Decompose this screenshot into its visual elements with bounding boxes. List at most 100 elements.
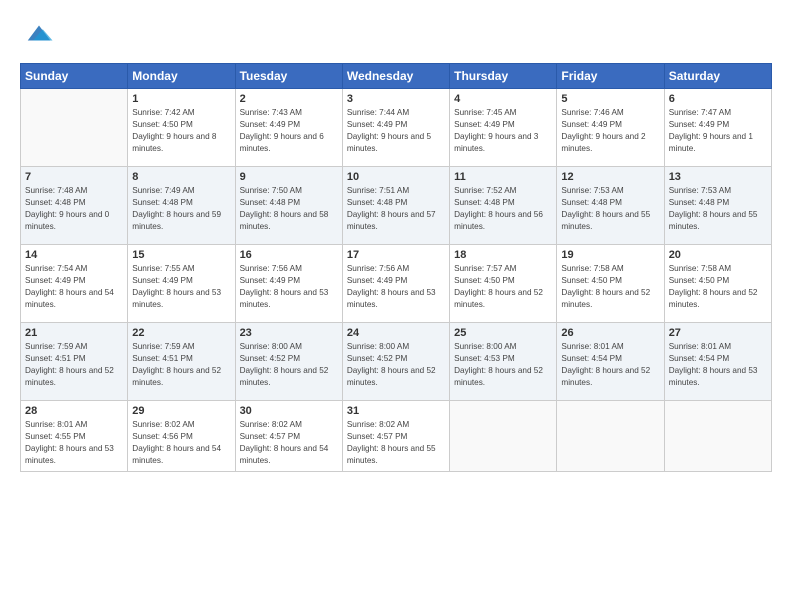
calendar-cell: 16 Sunrise: 7:56 AMSunset: 4:49 PMDaylig… bbox=[235, 245, 342, 323]
day-info: Sunrise: 7:59 AMSunset: 4:51 PMDaylight:… bbox=[132, 341, 230, 389]
day-number: 9 bbox=[240, 171, 338, 183]
calendar-cell: 20 Sunrise: 7:58 AMSunset: 4:50 PMDaylig… bbox=[664, 245, 771, 323]
day-info: Sunrise: 7:49 AMSunset: 4:48 PMDaylight:… bbox=[132, 185, 230, 233]
day-info: Sunrise: 7:45 AMSunset: 4:49 PMDaylight:… bbox=[454, 107, 552, 155]
calendar-cell: 28 Sunrise: 8:01 AMSunset: 4:55 PMDaylig… bbox=[21, 401, 128, 472]
calendar-cell: 3 Sunrise: 7:44 AMSunset: 4:49 PMDayligh… bbox=[342, 89, 449, 167]
calendar-cell: 10 Sunrise: 7:51 AMSunset: 4:48 PMDaylig… bbox=[342, 167, 449, 245]
day-info: Sunrise: 7:53 AMSunset: 4:48 PMDaylight:… bbox=[561, 185, 659, 233]
weekday-header: Monday bbox=[128, 64, 235, 89]
calendar-cell: 18 Sunrise: 7:57 AMSunset: 4:50 PMDaylig… bbox=[450, 245, 557, 323]
day-info: Sunrise: 7:53 AMSunset: 4:48 PMDaylight:… bbox=[669, 185, 767, 233]
calendar-cell: 13 Sunrise: 7:53 AMSunset: 4:48 PMDaylig… bbox=[664, 167, 771, 245]
calendar-cell bbox=[557, 401, 664, 472]
day-info: Sunrise: 7:58 AMSunset: 4:50 PMDaylight:… bbox=[669, 263, 767, 311]
weekday-header: Saturday bbox=[664, 64, 771, 89]
day-info: Sunrise: 7:46 AMSunset: 4:49 PMDaylight:… bbox=[561, 107, 659, 155]
day-number: 19 bbox=[561, 249, 659, 261]
day-info: Sunrise: 8:01 AMSunset: 4:54 PMDaylight:… bbox=[561, 341, 659, 389]
day-number: 16 bbox=[240, 249, 338, 261]
day-info: Sunrise: 7:51 AMSunset: 4:48 PMDaylight:… bbox=[347, 185, 445, 233]
weekday-header: Wednesday bbox=[342, 64, 449, 89]
day-number: 12 bbox=[561, 171, 659, 183]
day-info: Sunrise: 7:42 AMSunset: 4:50 PMDaylight:… bbox=[132, 107, 230, 155]
calendar-cell: 22 Sunrise: 7:59 AMSunset: 4:51 PMDaylig… bbox=[128, 323, 235, 401]
day-number: 30 bbox=[240, 405, 338, 417]
day-number: 24 bbox=[347, 327, 445, 339]
calendar-cell: 15 Sunrise: 7:55 AMSunset: 4:49 PMDaylig… bbox=[128, 245, 235, 323]
day-number: 1 bbox=[132, 93, 230, 105]
day-number: 6 bbox=[669, 93, 767, 105]
day-number: 7 bbox=[25, 171, 123, 183]
day-number: 18 bbox=[454, 249, 552, 261]
day-number: 31 bbox=[347, 405, 445, 417]
calendar-cell: 11 Sunrise: 7:52 AMSunset: 4:48 PMDaylig… bbox=[450, 167, 557, 245]
day-number: 3 bbox=[347, 93, 445, 105]
day-info: Sunrise: 8:00 AMSunset: 4:52 PMDaylight:… bbox=[347, 341, 445, 389]
weekday-header: Thursday bbox=[450, 64, 557, 89]
calendar-cell: 25 Sunrise: 8:00 AMSunset: 4:53 PMDaylig… bbox=[450, 323, 557, 401]
calendar-cell: 2 Sunrise: 7:43 AMSunset: 4:49 PMDayligh… bbox=[235, 89, 342, 167]
day-info: Sunrise: 7:56 AMSunset: 4:49 PMDaylight:… bbox=[347, 263, 445, 311]
calendar-cell bbox=[21, 89, 128, 167]
calendar-cell: 24 Sunrise: 8:00 AMSunset: 4:52 PMDaylig… bbox=[342, 323, 449, 401]
calendar-cell: 12 Sunrise: 7:53 AMSunset: 4:48 PMDaylig… bbox=[557, 167, 664, 245]
weekday-header: Tuesday bbox=[235, 64, 342, 89]
calendar-cell: 31 Sunrise: 8:02 AMSunset: 4:57 PMDaylig… bbox=[342, 401, 449, 472]
calendar-cell: 6 Sunrise: 7:47 AMSunset: 4:49 PMDayligh… bbox=[664, 89, 771, 167]
calendar-cell bbox=[450, 401, 557, 472]
calendar-cell: 23 Sunrise: 8:00 AMSunset: 4:52 PMDaylig… bbox=[235, 323, 342, 401]
day-number: 28 bbox=[25, 405, 123, 417]
calendar-cell bbox=[664, 401, 771, 472]
weekday-header-row: SundayMondayTuesdayWednesdayThursdayFrid… bbox=[21, 64, 772, 89]
calendar-cell: 29 Sunrise: 8:02 AMSunset: 4:56 PMDaylig… bbox=[128, 401, 235, 472]
calendar-cell: 8 Sunrise: 7:49 AMSunset: 4:48 PMDayligh… bbox=[128, 167, 235, 245]
calendar-cell: 26 Sunrise: 8:01 AMSunset: 4:54 PMDaylig… bbox=[557, 323, 664, 401]
calendar-cell: 27 Sunrise: 8:01 AMSunset: 4:54 PMDaylig… bbox=[664, 323, 771, 401]
day-info: Sunrise: 7:50 AMSunset: 4:48 PMDaylight:… bbox=[240, 185, 338, 233]
day-number: 20 bbox=[669, 249, 767, 261]
day-info: Sunrise: 8:01 AMSunset: 4:54 PMDaylight:… bbox=[669, 341, 767, 389]
calendar-table: SundayMondayTuesdayWednesdayThursdayFrid… bbox=[20, 63, 772, 472]
day-number: 10 bbox=[347, 171, 445, 183]
page-header bbox=[20, 18, 772, 53]
calendar-cell: 30 Sunrise: 8:02 AMSunset: 4:57 PMDaylig… bbox=[235, 401, 342, 472]
day-info: Sunrise: 7:56 AMSunset: 4:49 PMDaylight:… bbox=[240, 263, 338, 311]
day-number: 2 bbox=[240, 93, 338, 105]
day-info: Sunrise: 8:00 AMSunset: 4:52 PMDaylight:… bbox=[240, 341, 338, 389]
weekday-header: Friday bbox=[557, 64, 664, 89]
day-info: Sunrise: 7:54 AMSunset: 4:49 PMDaylight:… bbox=[25, 263, 123, 311]
calendar-cell: 7 Sunrise: 7:48 AMSunset: 4:48 PMDayligh… bbox=[21, 167, 128, 245]
calendar-cell: 9 Sunrise: 7:50 AMSunset: 4:48 PMDayligh… bbox=[235, 167, 342, 245]
day-number: 26 bbox=[561, 327, 659, 339]
logo bbox=[20, 18, 54, 53]
day-number: 22 bbox=[132, 327, 230, 339]
day-info: Sunrise: 7:59 AMSunset: 4:51 PMDaylight:… bbox=[25, 341, 123, 389]
calendar-cell: 17 Sunrise: 7:56 AMSunset: 4:49 PMDaylig… bbox=[342, 245, 449, 323]
logo-icon bbox=[24, 18, 54, 48]
calendar-page: SundayMondayTuesdayWednesdayThursdayFrid… bbox=[0, 0, 792, 612]
day-number: 8 bbox=[132, 171, 230, 183]
day-info: Sunrise: 7:47 AMSunset: 4:49 PMDaylight:… bbox=[669, 107, 767, 155]
day-info: Sunrise: 8:02 AMSunset: 4:56 PMDaylight:… bbox=[132, 419, 230, 467]
day-info: Sunrise: 8:00 AMSunset: 4:53 PMDaylight:… bbox=[454, 341, 552, 389]
day-number: 11 bbox=[454, 171, 552, 183]
day-info: Sunrise: 8:01 AMSunset: 4:55 PMDaylight:… bbox=[25, 419, 123, 467]
day-info: Sunrise: 8:02 AMSunset: 4:57 PMDaylight:… bbox=[240, 419, 338, 467]
day-number: 21 bbox=[25, 327, 123, 339]
day-number: 25 bbox=[454, 327, 552, 339]
calendar-cell: 21 Sunrise: 7:59 AMSunset: 4:51 PMDaylig… bbox=[21, 323, 128, 401]
day-info: Sunrise: 7:48 AMSunset: 4:48 PMDaylight:… bbox=[25, 185, 123, 233]
calendar-cell: 4 Sunrise: 7:45 AMSunset: 4:49 PMDayligh… bbox=[450, 89, 557, 167]
weekday-header: Sunday bbox=[21, 64, 128, 89]
day-number: 23 bbox=[240, 327, 338, 339]
day-info: Sunrise: 7:58 AMSunset: 4:50 PMDaylight:… bbox=[561, 263, 659, 311]
day-number: 29 bbox=[132, 405, 230, 417]
calendar-cell: 19 Sunrise: 7:58 AMSunset: 4:50 PMDaylig… bbox=[557, 245, 664, 323]
day-number: 15 bbox=[132, 249, 230, 261]
day-number: 4 bbox=[454, 93, 552, 105]
calendar-cell: 5 Sunrise: 7:46 AMSunset: 4:49 PMDayligh… bbox=[557, 89, 664, 167]
day-number: 13 bbox=[669, 171, 767, 183]
day-number: 17 bbox=[347, 249, 445, 261]
day-info: Sunrise: 8:02 AMSunset: 4:57 PMDaylight:… bbox=[347, 419, 445, 467]
